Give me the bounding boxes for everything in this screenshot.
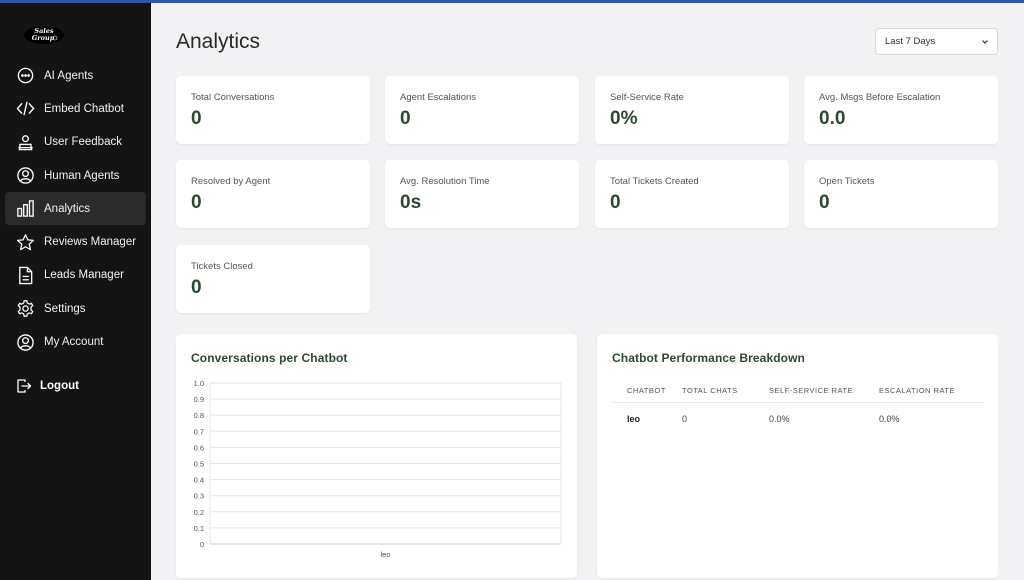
logout-button[interactable]: Logout [16, 378, 79, 394]
bar-chart-icon [16, 199, 35, 218]
stat-card-open-tickets: Open Tickets 0 [804, 160, 998, 228]
y-tick-label: 1.0 [194, 379, 204, 388]
sidebar-item-ai-agents[interactable]: AI Agents [5, 59, 146, 92]
y-tick-label: 0.4 [194, 476, 204, 485]
column-header-total-chats[interactable]: TOTAL CHATS [682, 386, 769, 395]
stat-label: Open Tickets [819, 176, 875, 187]
stat-card-total-conversations: Total Conversations 0 [176, 76, 370, 144]
sidebar-item-user-feedback[interactable]: User Feedback [5, 126, 146, 159]
cell-self-service-rate: 0.0% [769, 413, 790, 424]
sidebar-item-leads-manager[interactable]: Leads Manager [5, 259, 146, 292]
page-title: Analytics [176, 30, 261, 53]
chatbot-performance-panel: Chatbot Performance Breakdown CHATBOT TO… [597, 334, 998, 578]
stat-card-agent-escalations: Agent Escalations 0 [385, 76, 579, 144]
logout-icon [16, 378, 32, 394]
sidebar-item-label: Human Agents [44, 169, 120, 182]
y-tick-label: 0.3 [194, 492, 204, 501]
sidebar-item-my-account[interactable]: My Account [5, 325, 146, 358]
stat-label: Agent Escalations [400, 92, 477, 103]
x-tick-label: leo [380, 550, 390, 559]
performance-table: CHATBOT TOTAL CHATS SELF-SERVICE RATE ES… [612, 378, 984, 434]
panel-title: Chatbot Performance Breakdown [612, 351, 805, 365]
stat-card-avg-msgs-before-escalation: Avg. Msgs Before Escalation 0.0 [804, 76, 998, 144]
stat-label: Avg. Msgs Before Escalation [819, 92, 941, 103]
brand-logo[interactable]: Sales Group [24, 24, 72, 46]
y-tick-label: 0.5 [194, 460, 204, 469]
logout-label: Logout [40, 380, 79, 392]
gear-icon [16, 299, 35, 318]
y-tick-label: 0.8 [194, 411, 204, 420]
column-header-escalation-rate[interactable]: ESCALATION RATE [879, 386, 984, 395]
main-content: Analytics Last 7 Days Total Conversation… [151, 0, 1024, 580]
code-icon [16, 99, 35, 118]
stat-value: 0 [191, 192, 202, 213]
feedback-icon [16, 133, 35, 152]
stat-card-tickets-closed: Tickets Closed 0 [176, 245, 370, 313]
stat-value: 0% [610, 108, 638, 129]
account-icon [16, 333, 35, 352]
stat-label: Tickets Closed [191, 261, 253, 272]
sidebar-item-label: Settings [44, 302, 86, 315]
cell-total-chats: 0 [682, 413, 688, 424]
stat-label: Avg. Resolution Time [400, 176, 490, 187]
stat-value: 0 [400, 108, 411, 129]
document-icon [16, 266, 35, 285]
sidebar-item-embed-chatbot[interactable]: Embed Chatbot [5, 92, 146, 125]
sidebar: Sales Group AI Agents Embed Chatbot User… [0, 0, 151, 580]
star-icon [16, 233, 35, 252]
sidebar-item-label: Embed Chatbot [44, 102, 124, 115]
date-range-value: Last 7 Days [885, 36, 936, 47]
stat-value: 0 [610, 192, 621, 213]
sidebar-item-label: Reviews Manager [44, 236, 137, 249]
y-tick-label: 0.7 [194, 427, 204, 436]
conversations-per-chatbot-panel: Conversations per Chatbot 1.0 0.9 0.8 0.7 0.… [176, 334, 577, 578]
stat-label: Resolved by Agent [191, 176, 271, 187]
sidebar-item-settings[interactable]: Settings [5, 292, 146, 325]
cell-chatbot: leo [627, 413, 641, 424]
y-tick-label: 0 [200, 540, 204, 549]
sidebar-item-label: Leads Manager [44, 269, 124, 282]
chat-bubble-icon [16, 66, 35, 85]
stat-card-avg-resolution-time: Avg. Resolution Time 0s [385, 160, 579, 228]
sidebar-nav: AI Agents Embed Chatbot User Feedback Hu… [5, 59, 146, 359]
top-accent-bar [0, 0, 1024, 3]
sidebar-item-human-agents[interactable]: Human Agents [5, 159, 146, 192]
stat-value: 0 [819, 192, 830, 213]
sidebar-item-label: Analytics [44, 202, 91, 215]
y-tick-label: 0.6 [194, 443, 204, 452]
conversations-chart: 1.0 0.9 0.8 0.7 0.6 0.5 0.4 0.3 0.2 0.1 0 leo [194, 379, 562, 559]
stat-label: Self-Service Rate [610, 92, 684, 103]
user-circle-icon [16, 166, 35, 185]
cell-escalation-rate: 0.0% [879, 413, 900, 424]
stat-card-resolved-by-agent: Resolved by Agent 0 [176, 160, 370, 228]
sidebar-item-label: User Feedback [44, 136, 122, 149]
stat-value: 0 [191, 108, 202, 129]
svg-text:Group: Group [32, 34, 55, 42]
stat-label: Total Conversations [191, 92, 275, 103]
column-header-self-service-rate[interactable]: SELF-SERVICE RATE [769, 386, 879, 395]
y-tick-label: 0.2 [194, 508, 204, 517]
stat-card-self-service-rate: Self-Service Rate 0% [595, 76, 789, 144]
stat-label: Total Tickets Created [610, 176, 699, 187]
y-tick-label: 0.9 [194, 395, 204, 404]
date-range-select[interactable]: Last 7 Days [875, 28, 998, 55]
stat-value: 0 [191, 277, 202, 298]
y-tick-label: 0.1 [194, 524, 204, 533]
stat-card-total-tickets-created: Total Tickets Created 0 [595, 160, 789, 228]
sidebar-item-analytics[interactable]: Analytics [5, 192, 146, 226]
sidebar-item-label: My Account [44, 336, 104, 349]
sidebar-item-reviews-manager[interactable]: Reviews Manager [5, 225, 146, 258]
chevron-down-icon [982, 40, 988, 44]
table-header: CHATBOT TOTAL CHATS SELF-SERVICE RATE ES… [612, 378, 984, 403]
column-header-chatbot[interactable]: CHATBOT [612, 386, 682, 395]
stat-value: 0.0 [819, 108, 846, 129]
sidebar-item-label: AI Agents [44, 69, 94, 82]
table-row[interactable]: leo 0 0.0% 0.0% [612, 403, 984, 434]
stat-value: 0s [400, 192, 422, 213]
